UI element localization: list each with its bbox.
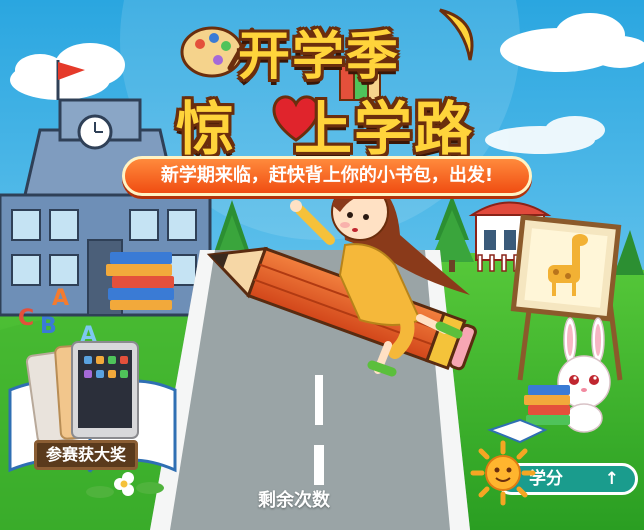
title-line-2: 惊上学路 — [176, 82, 474, 166]
letter-a: A — [52, 286, 69, 311]
letter-b: B — [40, 314, 57, 339]
remaining-count-label: 剩余次数 — [258, 490, 330, 511]
book-stack-left — [106, 252, 174, 310]
title-line-1: 开学季 — [238, 27, 401, 87]
sun-icon — [470, 440, 536, 506]
arrow-up-icon: ↑ — [604, 469, 619, 489]
title-line-2-part-2: 上学路 — [294, 95, 475, 163]
letter-c: C — [18, 306, 34, 331]
poster-canvas: A B C A 开学季 惊 上学路 新学期来临，赶快背上你的小书包，出发! 参赛… — [0, 0, 644, 530]
award-label: 参赛获大奖 — [34, 440, 138, 470]
title-line-2-part-1: 惊 — [176, 95, 237, 163]
slogan-banner: 新学期来临，赶快背上你的小书包，出发! — [122, 156, 532, 196]
